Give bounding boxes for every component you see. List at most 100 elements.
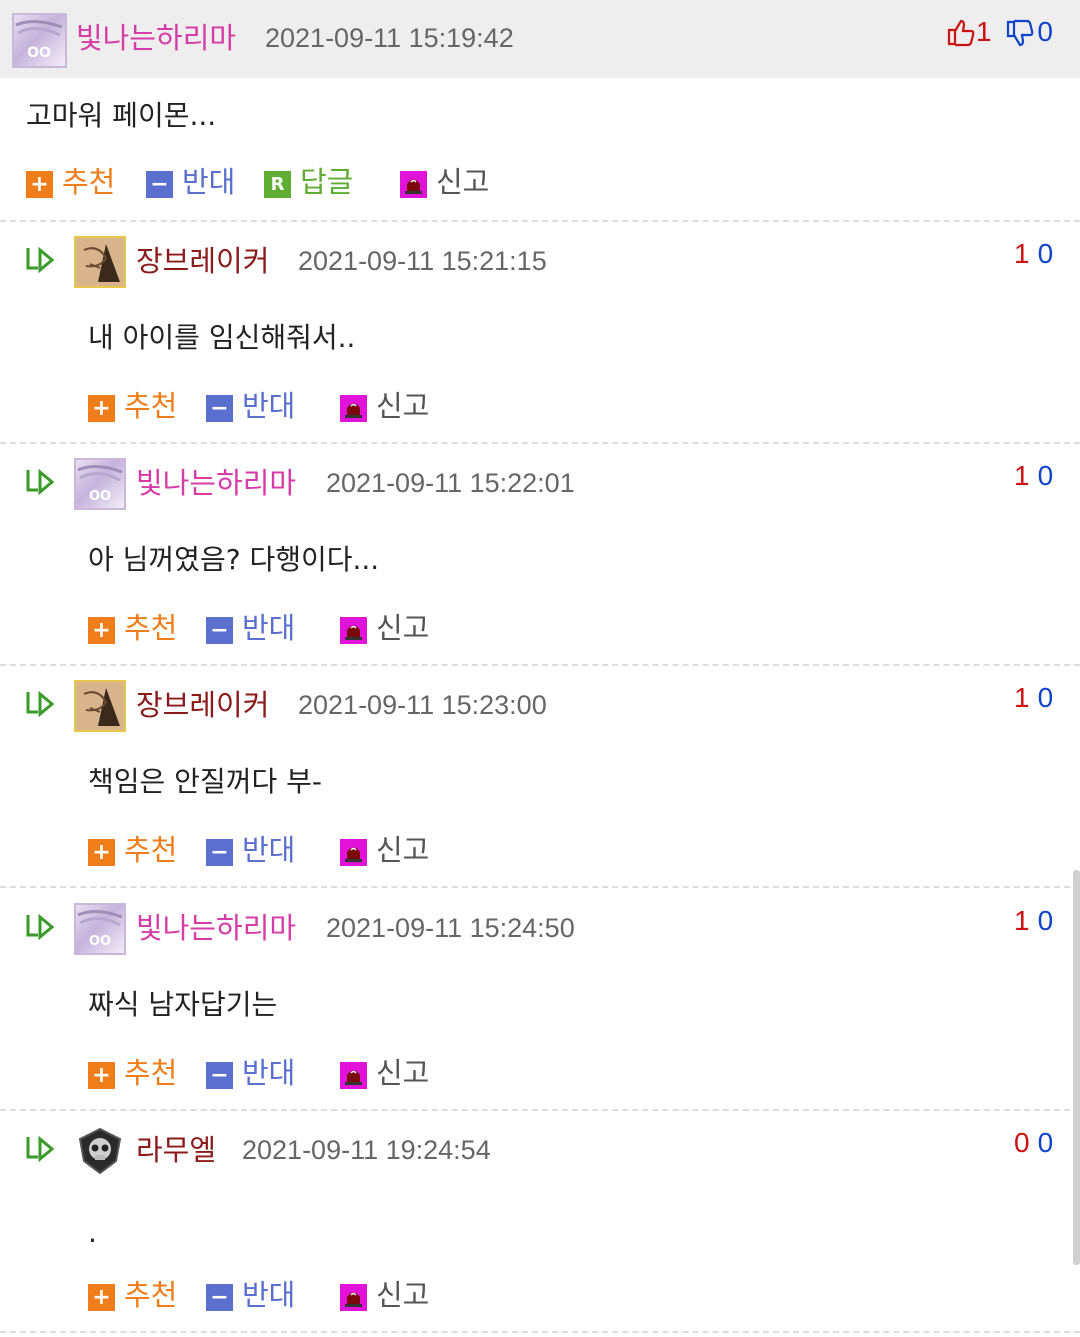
down-count[interactable]: 0 (1038, 238, 1054, 269)
avatar-image: OO (77, 465, 123, 504)
reply-comment: 라무엘 2021-09-11 19:24:54 00 . + 추천 − 반대 신… (0, 1111, 1080, 1333)
nickname[interactable]: 라무엘 (136, 1132, 216, 1168)
avatar[interactable]: OO (12, 13, 67, 68)
down-count[interactable]: 0 (1038, 905, 1054, 936)
report-label: 신고 (376, 833, 430, 867)
down-count: 0 (1037, 16, 1053, 47)
svg-text:OO: OO (89, 934, 111, 949)
plus-icon: + (88, 395, 115, 422)
plus-icon: + (88, 1062, 115, 1089)
minus-icon: − (206, 839, 233, 866)
avatar[interactable]: OO (74, 903, 126, 955)
plus-icon: + (88, 839, 115, 866)
reply-r-icon: R (264, 171, 291, 198)
comment-text: 짜식 남자답기는 (88, 988, 278, 1021)
nickname[interactable]: 장브레이커 (136, 243, 269, 279)
timestamp: 2021-09-11 15:19:42 (265, 23, 514, 53)
comment-text: 아 님꺼였음? 다행이다... (88, 543, 380, 576)
siren-icon (340, 1062, 367, 1089)
recommend-label: 추천 (124, 1278, 178, 1312)
comment-text: 내 아이를 임신해줘서.. (88, 321, 356, 354)
vote-counts: 10 (1014, 458, 1053, 494)
thumbs-down-icon[interactable] (1005, 19, 1035, 49)
avatar[interactable] (74, 236, 126, 288)
vote-counts: 00 (1014, 1125, 1053, 1161)
nickname[interactable]: 장브레이커 (136, 687, 269, 723)
comment-actions: + 추천 − 반대 신고 (88, 1053, 488, 1093)
oppose-label: 반대 (182, 165, 236, 199)
nickname[interactable]: 빛나는하리마 (76, 20, 236, 56)
vote-counts: 10 (1014, 236, 1053, 272)
down-count[interactable]: 0 (1038, 460, 1054, 491)
avatar-image: OO (15, 20, 63, 61)
plus-icon: + (88, 617, 115, 644)
reply-comment: 장브레이커 2021-09-11 15:21:15 10 내 아이를 임신해줘서… (0, 222, 1080, 444)
timestamp: 2021-09-11 15:21:15 (298, 246, 547, 276)
reply-comment: 장브레이커 2021-09-11 15:23:00 10 책임은 안질꺼다 부-… (0, 666, 1080, 888)
timestamp: 2021-09-11 15:23:00 (298, 690, 547, 720)
up-count: 1 (976, 16, 992, 47)
svg-text:OO: OO (27, 45, 51, 61)
report-label: 신고 (376, 389, 430, 423)
comment-actions: + 추천 − 반대 신고 (88, 1275, 488, 1315)
up-count[interactable]: 1 (1014, 460, 1030, 491)
timestamp: 2021-09-11 15:22:01 (326, 468, 575, 498)
comment-actions: + 추천 − 반대 신고 (88, 608, 488, 648)
reply-label: 답글 (300, 165, 354, 199)
report-label: 신고 (436, 165, 490, 199)
minus-icon: − (206, 617, 233, 644)
avatar-image (83, 688, 120, 726)
svg-text:OO: OO (89, 489, 111, 504)
avatar-image (83, 244, 120, 282)
comment-text: . (88, 1216, 97, 1249)
minus-icon: − (146, 171, 173, 198)
comment-actions: + 추천 − 반대 R 답글 신고 (26, 162, 506, 202)
comment-text: 책임은 안질꺼다 부- (88, 765, 322, 798)
scrollbar[interactable] (1073, 870, 1080, 1265)
avatar[interactable]: OO (74, 458, 126, 510)
report-label: 신고 (376, 1056, 430, 1090)
comment-text: 고마워 페이몬... (26, 99, 217, 132)
siren-icon (400, 171, 427, 198)
thumbs-up-icon[interactable] (946, 17, 976, 47)
down-count[interactable]: 0 (1038, 1127, 1054, 1158)
reply-arrow-icon (26, 468, 55, 496)
timestamp: 2021-09-11 15:24:50 (326, 913, 575, 943)
oppose-label: 반대 (242, 833, 296, 867)
recommend-label: 추천 (124, 1056, 178, 1090)
plus-icon: + (88, 1284, 115, 1311)
reply-comment: OO 빛나는하리마 2021-09-11 15:24:50 10 짜식 남자답기… (0, 889, 1080, 1111)
plus-icon: + (26, 171, 53, 198)
avatar[interactable] (74, 1125, 126, 1177)
reply-arrow-icon (26, 1135, 55, 1163)
timestamp: 2021-09-11 19:24:54 (242, 1135, 491, 1165)
avatar-image: OO (77, 910, 123, 949)
oppose-label: 반대 (242, 389, 296, 423)
top-comment: OO 빛나는하리마 2021-09-11 15:19:42 1 0 고마워 페이… (0, 0, 1080, 222)
recommend-label: 추천 (124, 611, 178, 645)
recommend-label: 추천 (124, 833, 178, 867)
vote-counts: 10 (1014, 903, 1053, 939)
up-count[interactable]: 1 (1014, 682, 1030, 713)
up-count[interactable]: 1 (1014, 238, 1030, 269)
vote-counts: 1 0 (946, 14, 1053, 50)
up-count[interactable]: 0 (1014, 1127, 1030, 1158)
minus-icon: − (206, 395, 233, 422)
up-count[interactable]: 1 (1014, 905, 1030, 936)
reply-comment: OO 빛나는하리마 2021-09-11 15:22:01 10 아 님꺼였음?… (0, 444, 1080, 666)
comment-actions: + 추천 − 반대 신고 (88, 830, 488, 870)
oppose-label: 반대 (242, 611, 296, 645)
reply-arrow-icon (26, 246, 55, 274)
minus-icon: − (206, 1062, 233, 1089)
comment-actions: + 추천 − 반대 신고 (88, 386, 488, 426)
report-label: 신고 (376, 1278, 430, 1312)
report-label: 신고 (376, 611, 430, 645)
down-count[interactable]: 0 (1038, 682, 1054, 713)
comment-header: OO 빛나는하리마 2021-09-11 15:19:42 1 0 (0, 0, 1080, 78)
siren-icon (340, 617, 367, 644)
reply-arrow-icon (26, 913, 55, 941)
avatar[interactable] (74, 680, 126, 732)
nickname[interactable]: 빛나는하리마 (136, 465, 296, 501)
recommend-label: 추천 (62, 165, 116, 199)
nickname[interactable]: 빛나는하리마 (136, 910, 296, 946)
